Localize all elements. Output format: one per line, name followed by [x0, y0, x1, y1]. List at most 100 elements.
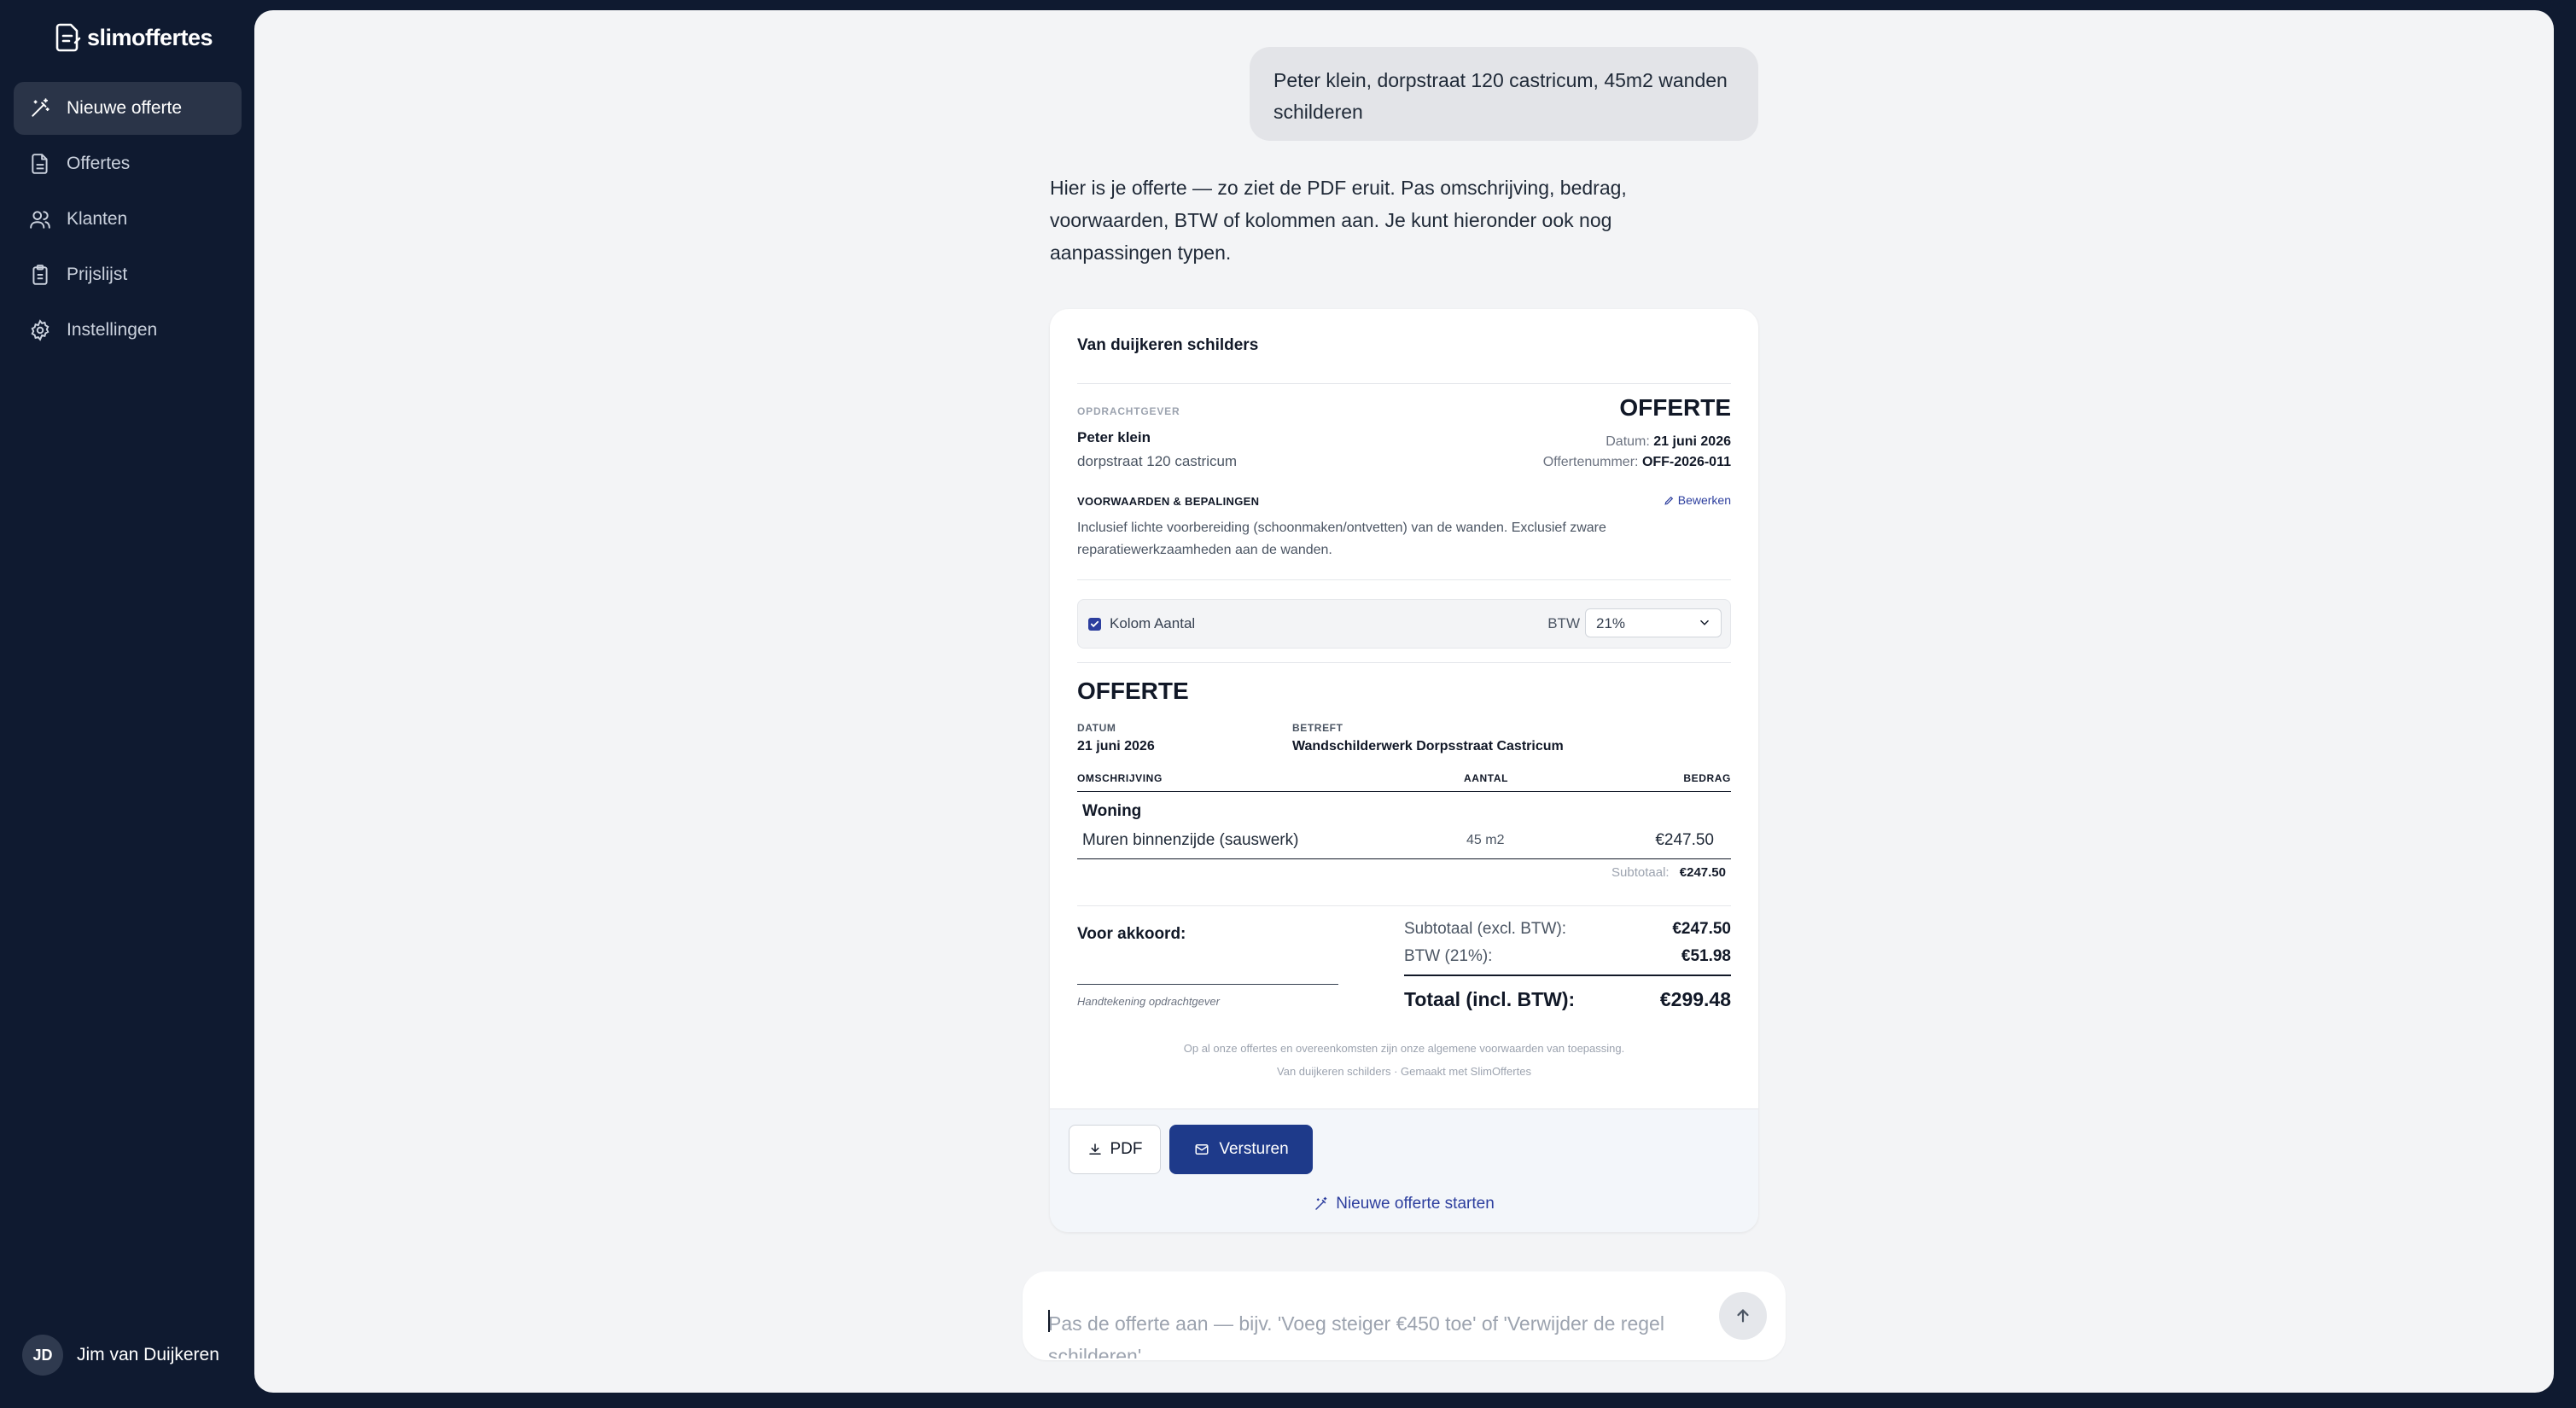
doc-subject: Wandschilderwerk Dorpsstraat Castricum: [1292, 739, 1564, 753]
sidebar-nav: Nieuwe offerte Offertes Klanten Prijslij…: [14, 82, 242, 359]
client-address: dorpstraat 120 castricum: [1077, 453, 1238, 469]
document-icon: [32, 154, 48, 174]
btw-select[interactable]: 21%: [1585, 608, 1722, 637]
magic-wand-icon: [32, 98, 50, 117]
quote-options: Kolom Aantal BTW 21%: [1077, 599, 1731, 649]
sidebar-item-klanten[interactable]: Klanten: [14, 193, 242, 246]
avatar: JD: [22, 1335, 63, 1376]
quote-date-value: 21 juni 2026: [1653, 434, 1731, 449]
column-quantity-toggle[interactable]: Kolom Aantal: [1088, 615, 1195, 632]
signature-caption: Handtekening opdrachtgever: [1077, 995, 1220, 1008]
sidebar: slimoffertes Nieuwe offerte Offertes Kla…: [0, 0, 254, 1408]
line-item-description[interactable]: Muren binnenzijde (sauswerk): [1082, 831, 1298, 850]
client-name: Peter klein: [1077, 429, 1151, 445]
table-header-rule: [1077, 791, 1731, 792]
terms-text[interactable]: Inclusief lichte voorbereiding (schoonma…: [1077, 517, 1692, 561]
arrow-up-icon: [1737, 1309, 1749, 1323]
sum-excl-label: Subtotaal (excl. BTW):: [1404, 920, 1567, 938]
doc-date: 21 juni 2026: [1077, 739, 1155, 753]
sidebar-item-label: Klanten: [67, 209, 128, 229]
users-icon: [30, 211, 50, 229]
agree-label: Voor akkoord:: [1077, 925, 1186, 943]
column-header-description: OMSCHRIJVING: [1077, 772, 1163, 784]
quote-date: Datum: 21 juni 2026: [1606, 434, 1731, 450]
doc-date-label: DATUM: [1077, 722, 1116, 734]
download-pdf-label: PDF: [1110, 1140, 1143, 1158]
sidebar-item-label: Instellingen: [67, 320, 158, 340]
clipboard-icon: [32, 265, 48, 285]
line-group-title[interactable]: Woning: [1082, 802, 1141, 821]
quote-actions: PDF Versturen Nieuwe offerte starten: [1050, 1108, 1758, 1232]
divider: [1077, 383, 1731, 384]
download-pdf-button[interactable]: PDF: [1069, 1125, 1161, 1174]
client-label: OPDRACHTGEVER: [1077, 405, 1180, 417]
sidebar-item-offertes[interactable]: Offertes: [14, 137, 242, 190]
checkbox-checked[interactable]: [1088, 617, 1101, 631]
chat-input[interactable]: [1048, 1307, 1680, 1359]
edit-terms-label: Bewerken: [1677, 493, 1731, 507]
user-message: Peter klein, dorpstraat 120 castricum, 4…: [1250, 47, 1758, 141]
vat-value: €51.98: [1681, 947, 1731, 965]
quote-number-value: OFF-2026-011: [1641, 455, 1731, 469]
footer-terms: Op al onze offertes en overeenkomsten zi…: [1183, 1042, 1625, 1055]
divider: [1077, 662, 1731, 663]
line-item-quantity[interactable]: 45 m2: [1466, 833, 1504, 848]
text-caret: [1048, 1310, 1050, 1332]
sidebar-item-nieuwe-offerte[interactable]: Nieuwe offerte: [14, 82, 242, 135]
quote-number: Offertenummer: OFF-2026-011: [1543, 455, 1731, 470]
new-quote-link[interactable]: Nieuwe offerte starten: [1050, 1195, 1758, 1213]
new-quote-label: Nieuwe offerte starten: [1336, 1195, 1495, 1213]
chevron-down-icon: [1700, 620, 1709, 625]
group-subtotal: Subtotaal: €247.50: [1611, 865, 1726, 880]
gear-icon: [31, 319, 50, 341]
column-header-quantity: AANTAL: [1464, 772, 1509, 784]
doc-subject-label: BETREFT: [1292, 722, 1343, 734]
logo-text: slimoffertes: [87, 24, 213, 50]
check-icon: [1090, 620, 1099, 627]
sum-excl-value: €247.50: [1672, 920, 1731, 938]
magic-wand-icon: [1315, 1196, 1327, 1210]
terms-label: VOORWAARDEN & BEPALINGEN: [1077, 495, 1260, 508]
logo-icon: [55, 23, 81, 52]
main-panel: Peter klein, dorpstraat 120 castricum, 4…: [254, 10, 2554, 1393]
line-item-amount[interactable]: €247.50: [1655, 831, 1714, 850]
send-quote-label: Versturen: [1219, 1140, 1289, 1158]
company-name: Van duijkeren schilders: [1077, 336, 1259, 354]
download-icon: [1088, 1143, 1101, 1155]
divider: [1077, 905, 1731, 906]
total-rule: [1404, 975, 1731, 976]
app-logo[interactable]: slimoffertes: [55, 22, 213, 53]
total-label: Totaal (incl. BTW):: [1404, 988, 1576, 1010]
quote-card: Van duijkeren schilders OPDRACHTGEVER Pe…: [1050, 309, 1758, 1232]
user-menu[interactable]: JD Jim van Duijkeren: [22, 1335, 219, 1376]
doc-title: OFFERTE: [1077, 678, 1189, 704]
assistant-message: Hier is je offerte — zo ziet de PDF erui…: [1050, 177, 1627, 264]
sum-excl-row: Subtotaal (excl. BTW): €247.50: [1404, 920, 1731, 939]
column-quantity-label: Kolom Aantal: [1110, 615, 1196, 631]
total-row: Totaal (incl. BTW): €299.48: [1404, 988, 1731, 1011]
pencil-icon: [1664, 496, 1673, 505]
signature-line: [1077, 984, 1338, 985]
divider: [1077, 579, 1731, 580]
sidebar-item-label: Offertes: [67, 154, 131, 173]
user-name: Jim van Duijkeren: [77, 1345, 219, 1364]
total-value: €299.48: [1659, 988, 1731, 1010]
btw-selected-value: 21%: [1596, 615, 1626, 631]
sidebar-item-label: Prijslijst: [67, 265, 128, 284]
quote-number-label: Offertenummer:: [1542, 455, 1639, 469]
group-subtotal-label: Subtotaal:: [1611, 865, 1670, 880]
sidebar-item-instellingen[interactable]: Instellingen: [14, 304, 242, 357]
send-message-button[interactable]: [1719, 1292, 1767, 1340]
btw-label: BTW: [1547, 615, 1580, 631]
quote-title: OFFERTE: [1619, 394, 1731, 421]
chat-composer: [1023, 1271, 1786, 1360]
vat-row: BTW (21%): €51.98: [1404, 947, 1731, 966]
mail-icon: [1195, 1144, 1209, 1155]
group-rule: [1077, 858, 1731, 859]
column-header-amount: BEDRAG: [1683, 772, 1731, 784]
sidebar-item-label: Nieuwe offerte: [67, 98, 183, 118]
group-subtotal-value: €247.50: [1679, 865, 1726, 880]
sidebar-item-prijslijst[interactable]: Prijslijst: [14, 248, 242, 301]
edit-terms-button[interactable]: Bewerken: [1664, 493, 1731, 507]
send-quote-button[interactable]: Versturen: [1169, 1125, 1313, 1174]
